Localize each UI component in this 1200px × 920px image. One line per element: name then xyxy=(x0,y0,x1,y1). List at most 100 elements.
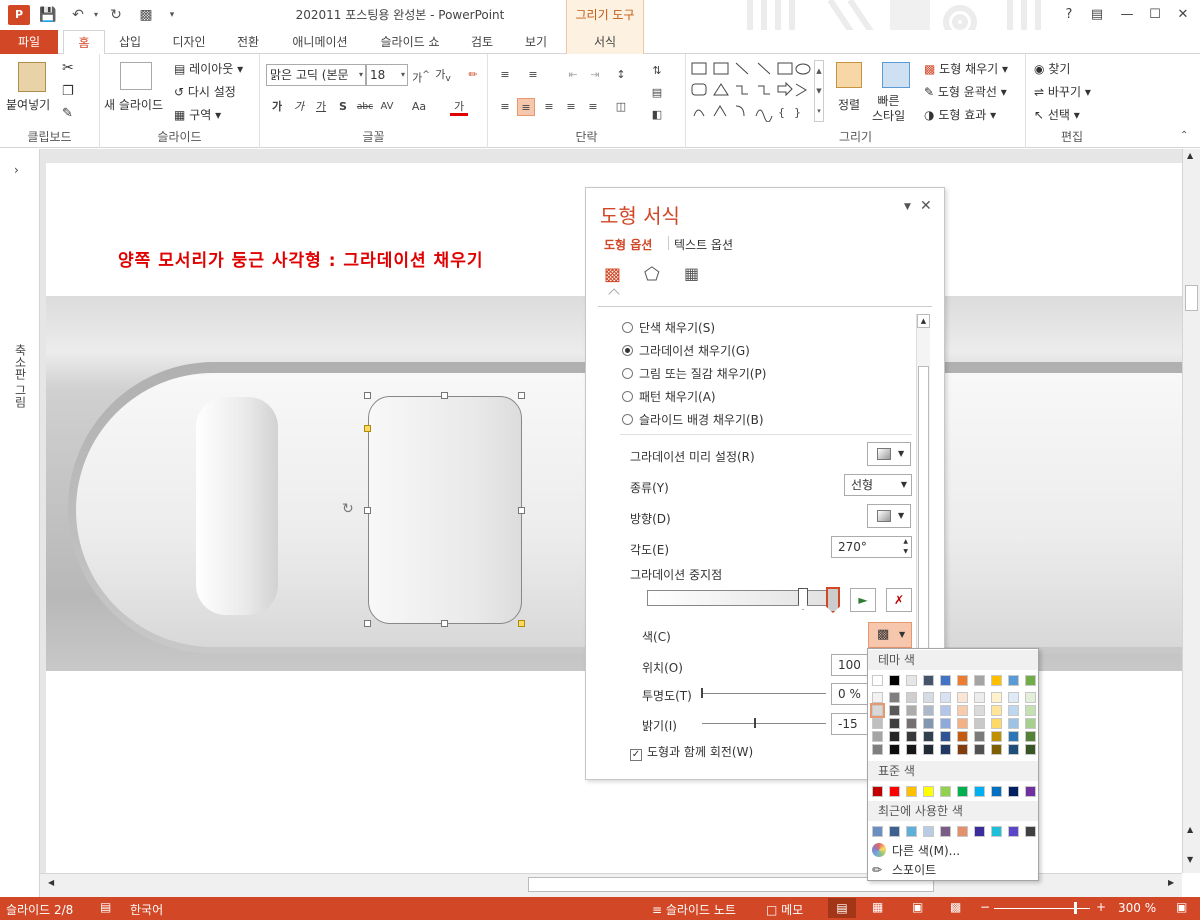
tab-slideshow[interactable]: 슬라이드 쇼 xyxy=(372,30,448,54)
color-swatch[interactable] xyxy=(974,718,985,729)
italic-icon[interactable]: 가 xyxy=(290,98,308,116)
distributed-icon[interactable]: ≡ xyxy=(584,98,602,116)
color-swatch[interactable] xyxy=(1025,705,1036,716)
adjust-handle[interactable] xyxy=(364,425,371,432)
transparency-slider-thumb[interactable] xyxy=(701,688,703,698)
format-painter-icon[interactable]: ✎ xyxy=(62,106,73,121)
change-case-icon[interactable]: Aa xyxy=(410,98,428,116)
shapes-gallery[interactable]: {} xyxy=(690,60,812,122)
justify-icon[interactable]: ≡ xyxy=(562,98,580,116)
fill-line-icon[interactable]: ▩ xyxy=(604,264,621,285)
color-swatch[interactable] xyxy=(957,826,968,837)
color-swatch[interactable] xyxy=(974,675,985,686)
language-indicator[interactable]: 한국어 xyxy=(130,901,163,918)
tab-transitions[interactable]: 전환 xyxy=(228,30,268,54)
color-swatch[interactable] xyxy=(1008,826,1019,837)
transparency-spinner[interactable]: 0 % xyxy=(831,683,869,705)
color-swatch[interactable] xyxy=(957,731,968,742)
preset-dropdown[interactable]: ▼ xyxy=(867,442,911,466)
rotate-with-shape-checkbox[interactable]: ✓ 도형과 함께 회전(W) xyxy=(630,743,753,761)
color-swatch[interactable] xyxy=(957,718,968,729)
copy-icon[interactable]: ❐ xyxy=(62,84,74,99)
powerpoint-app-icon[interactable]: P xyxy=(8,5,30,25)
color-swatch[interactable] xyxy=(991,675,1002,686)
vertical-scroll-thumb[interactable] xyxy=(1185,285,1198,311)
font-name-combo[interactable]: 맑은 고딕 (본문 ▾ xyxy=(266,64,366,86)
align-left-icon[interactable]: ≡ xyxy=(496,98,514,116)
color-swatch[interactable] xyxy=(906,731,917,742)
angle-spinner[interactable]: 270° ▲ ▼ xyxy=(831,536,912,558)
color-swatch[interactable] xyxy=(940,705,951,716)
type-dropdown[interactable]: 선형 ▼ xyxy=(844,474,912,496)
columns-icon[interactable]: ◫ xyxy=(612,98,630,116)
color-swatch[interactable] xyxy=(889,744,900,755)
notes-button[interactable]: ≡ 슬라이드 노트 xyxy=(652,901,736,918)
pane-options-icon[interactable]: ▼ xyxy=(904,202,911,212)
color-swatch[interactable] xyxy=(889,718,900,729)
tab-text-options[interactable]: 텍스트 옵션 xyxy=(674,236,733,253)
color-swatch[interactable] xyxy=(872,675,883,686)
pane-scroll-up-icon[interactable]: ▲ xyxy=(917,314,930,328)
shadow-icon[interactable]: S xyxy=(334,98,352,116)
direction-dropdown[interactable]: ▼ xyxy=(867,504,911,528)
scroll-right-icon[interactable]: ▶ xyxy=(1168,878,1174,887)
transparency-slider[interactable] xyxy=(702,693,826,694)
radio-slide-background-fill[interactable]: 슬라이드 배경 채우기(B) xyxy=(622,411,764,428)
tab-animations[interactable]: 애니메이션 xyxy=(284,30,356,54)
color-swatch[interactable] xyxy=(1008,705,1019,716)
color-swatch[interactable] xyxy=(923,718,934,729)
color-swatch[interactable] xyxy=(1025,692,1036,703)
find-button[interactable]: ◉ 찾기 xyxy=(1034,60,1070,77)
decrease-indent-icon[interactable]: ⇤ xyxy=(564,66,582,84)
minimize-icon[interactable]: — xyxy=(1116,5,1138,25)
color-swatch[interactable] xyxy=(923,786,934,797)
color-swatch[interactable] xyxy=(991,718,1002,729)
position-spinner[interactable]: 100 % xyxy=(831,654,869,676)
color-swatch[interactable] xyxy=(923,705,934,716)
gradient-stop-selected[interactable] xyxy=(826,587,840,613)
radio-picture-fill[interactable]: 그림 또는 질감 채우기(P) xyxy=(622,365,766,382)
arrange-button[interactable]: 정렬 xyxy=(838,96,860,113)
arrange-icon[interactable] xyxy=(836,62,862,88)
quick-styles-button[interactable]: 빠른 스타일 xyxy=(872,94,905,124)
clear-formatting-icon[interactable]: ✏ xyxy=(464,66,482,84)
radio-pattern-fill[interactable]: 패턴 채우기(A) xyxy=(622,388,716,405)
color-swatch[interactable] xyxy=(1025,731,1036,742)
tab-insert[interactable]: 삽입 xyxy=(112,30,148,54)
align-center-icon[interactable]: ≡ xyxy=(517,98,535,116)
color-swatch[interactable] xyxy=(906,744,917,755)
tab-home[interactable]: 홈 xyxy=(63,30,105,55)
slide-sorter-icon[interactable]: ▦ xyxy=(872,900,883,914)
add-stop-icon[interactable]: ► xyxy=(850,588,876,612)
align-text-icon[interactable]: ▤ xyxy=(648,84,666,102)
layout-button[interactable]: ▤ 레이아웃 ▾ xyxy=(174,60,243,77)
color-swatch[interactable] xyxy=(1008,731,1019,742)
tab-view[interactable]: 보기 xyxy=(518,30,554,54)
shrink-font-icon[interactable]: 가v xyxy=(434,66,452,84)
tab-shape-options[interactable]: 도형 옵션 xyxy=(604,236,652,253)
color-swatch[interactable] xyxy=(957,705,968,716)
color-swatch[interactable] xyxy=(991,692,1002,703)
redo-icon[interactable]: ↻ xyxy=(106,6,126,24)
selected-rounded-rectangle[interactable] xyxy=(368,396,522,624)
color-swatch[interactable] xyxy=(974,705,985,716)
color-swatch[interactable] xyxy=(991,705,1002,716)
small-rounded-cap-shape[interactable] xyxy=(196,397,278,615)
color-swatch[interactable] xyxy=(872,692,883,703)
radio-solid-fill[interactable]: 단색 채우기(S) xyxy=(622,319,715,336)
remove-stop-icon[interactable]: ✗ xyxy=(886,588,912,612)
next-slide-icon[interactable]: ▼ xyxy=(1187,855,1193,864)
color-swatch[interactable] xyxy=(957,675,968,686)
section-button[interactable]: ▦ 구역 ▾ xyxy=(174,106,221,123)
color-swatch[interactable] xyxy=(906,692,917,703)
brightness-slider-thumb[interactable] xyxy=(754,718,756,728)
resize-handle[interactable] xyxy=(364,620,371,627)
scroll-left-icon[interactable]: ◀ xyxy=(48,878,54,887)
quick-styles-icon[interactable] xyxy=(882,62,910,88)
bullets-icon[interactable]: ≡ xyxy=(496,66,514,84)
color-swatch[interactable] xyxy=(974,692,985,703)
grow-font-icon[interactable]: 가^ xyxy=(412,66,430,85)
undo-icon[interactable]: ↶ xyxy=(68,6,88,24)
color-swatch[interactable] xyxy=(889,731,900,742)
brightness-spinner[interactable]: -15 % xyxy=(831,713,869,735)
